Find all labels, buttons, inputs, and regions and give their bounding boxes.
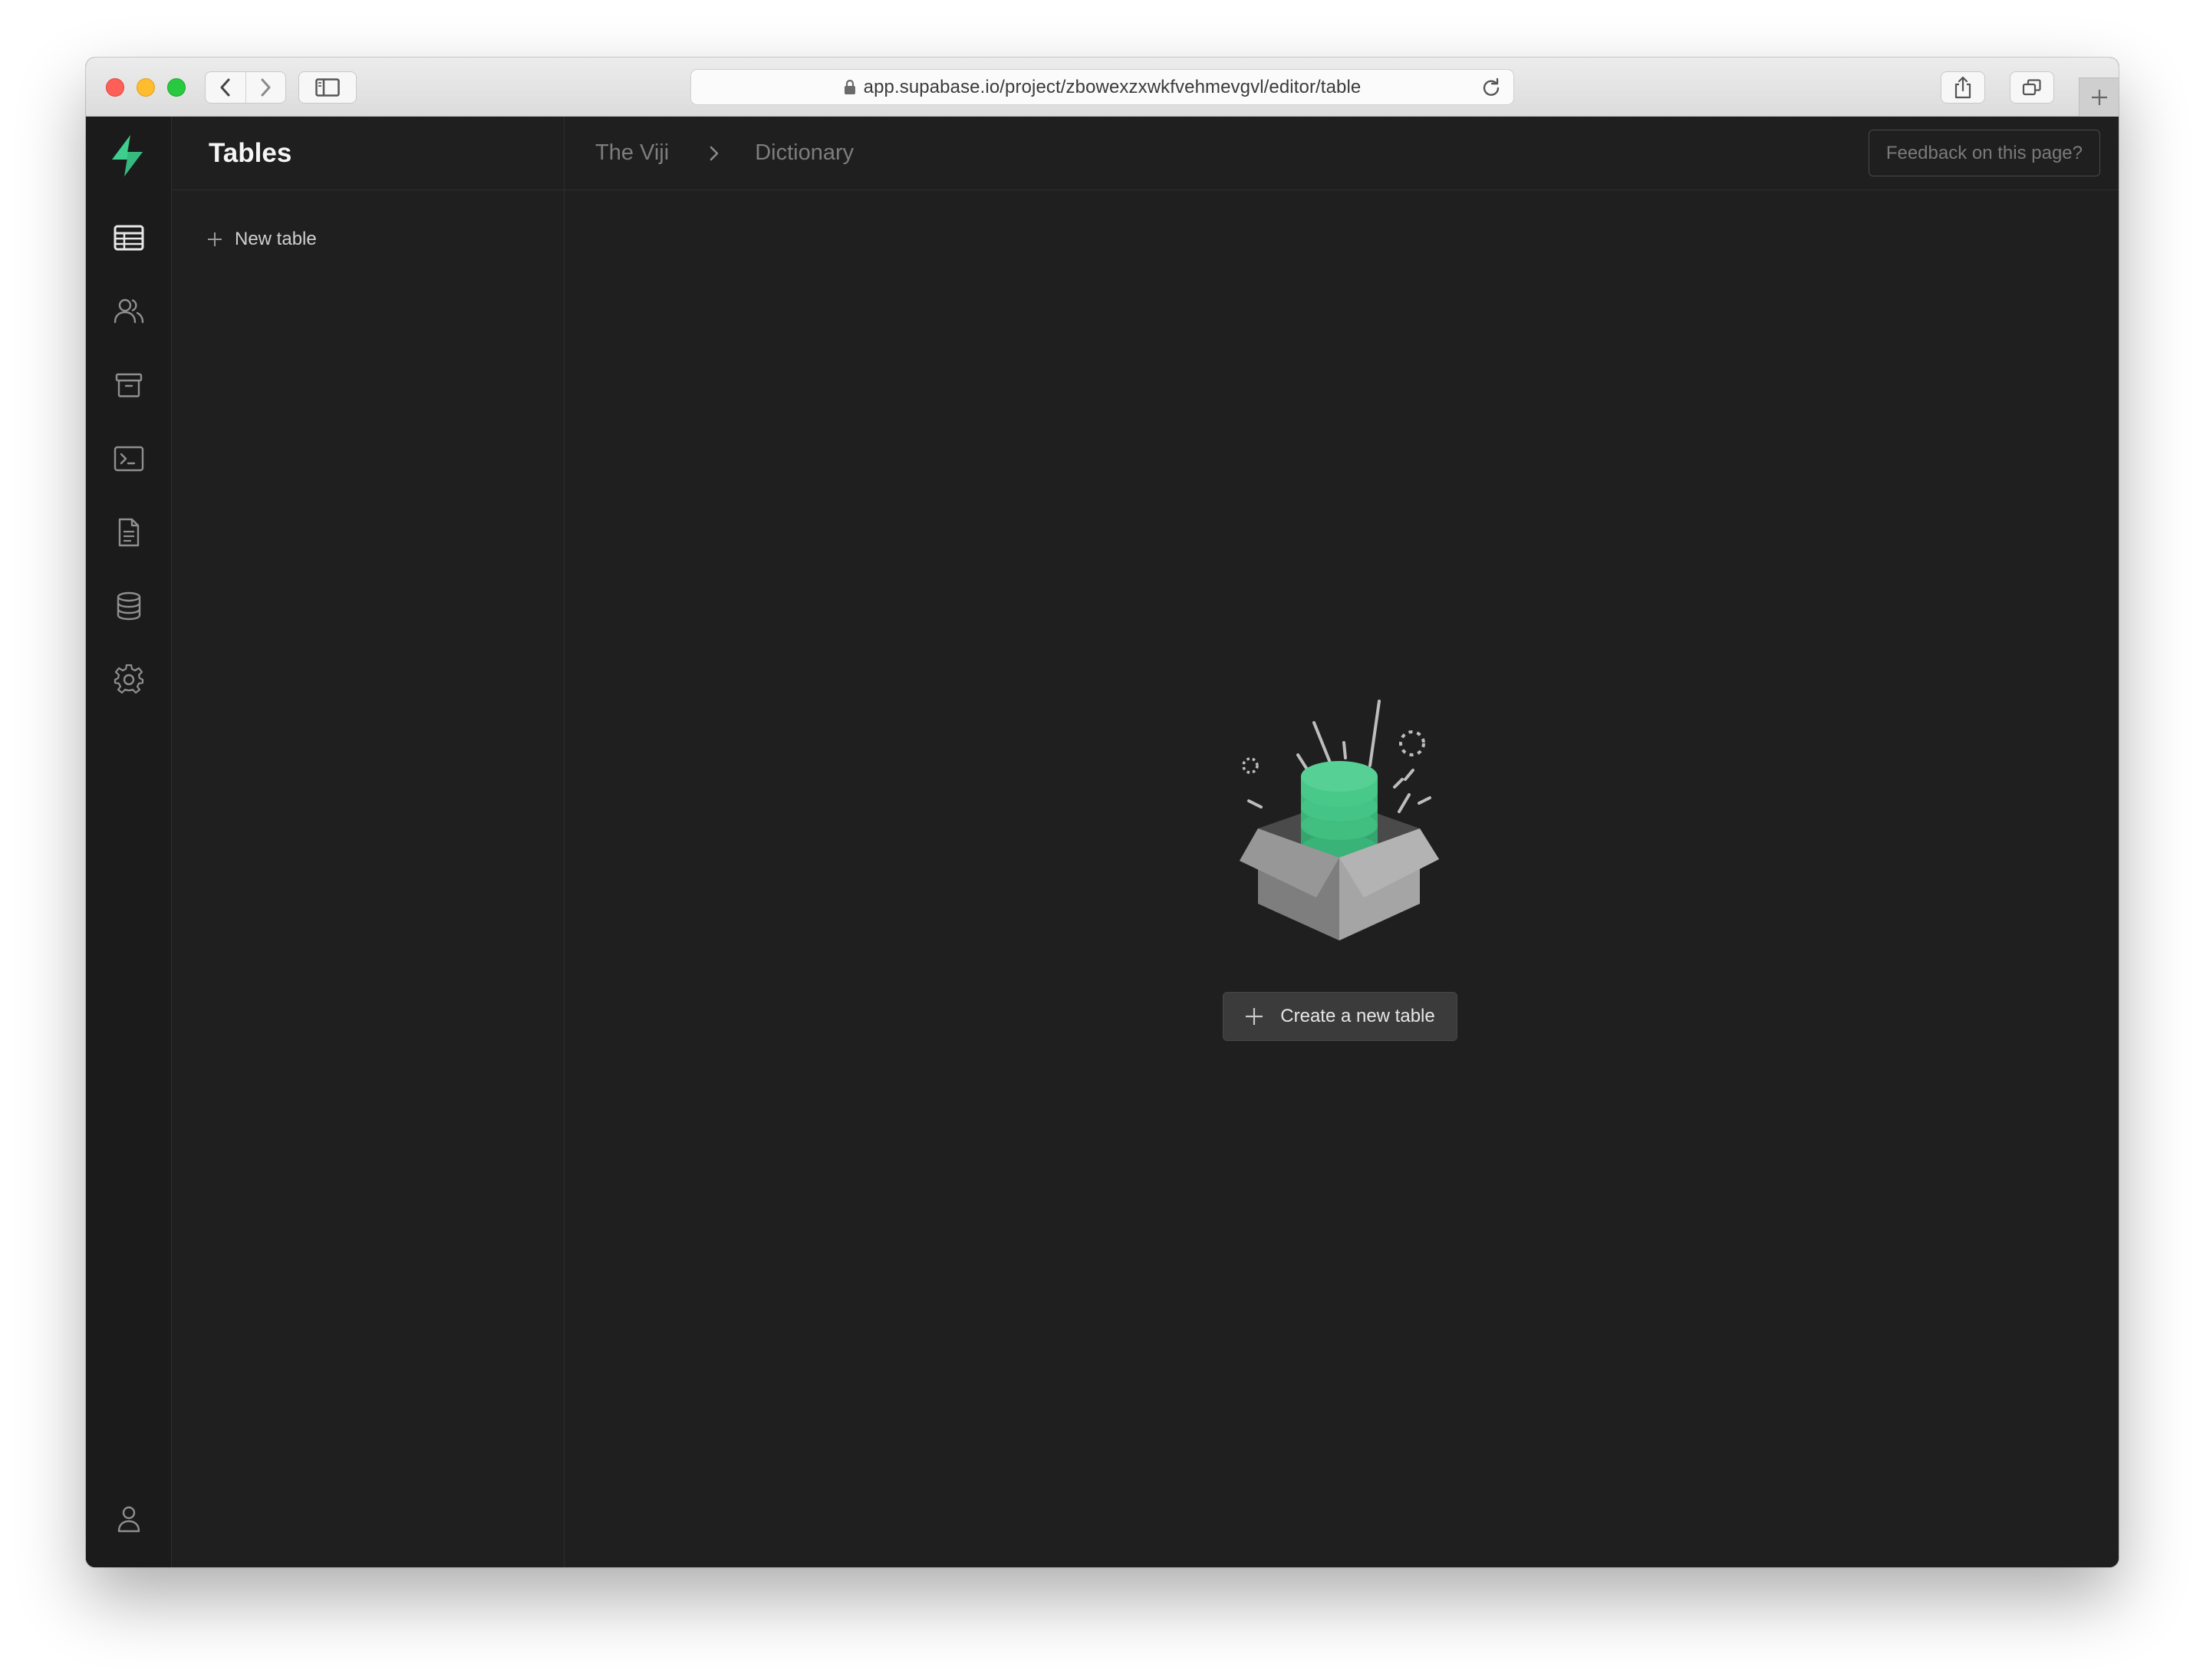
browser-toolbar: app.supabase.io/project/zbowexzxwkfvehme… — [86, 58, 2119, 117]
rail-sql-editor[interactable] — [104, 434, 153, 483]
minimize-window-button[interactable] — [137, 78, 155, 97]
supabase-logo-icon[interactable] — [109, 133, 146, 182]
rail-settings[interactable] — [104, 655, 153, 704]
gear-icon — [114, 664, 144, 694]
supabase-app: Tables New table The Viji Dictionary Fee… — [86, 117, 2119, 1567]
rail-database[interactable] — [104, 581, 153, 631]
create-table-label: Create a new table — [1280, 1006, 1435, 1026]
empty-box-illustration — [1240, 700, 1439, 940]
rail-api-docs[interactable] — [104, 508, 153, 557]
reload-icon[interactable] — [1481, 77, 1501, 97]
breadcrumb-project[interactable]: The Viji — [595, 140, 669, 166]
panel-title: Tables — [209, 137, 292, 168]
navigation-buttons — [205, 71, 286, 104]
tabs-overview-icon — [2022, 79, 2041, 96]
breadcrumb-page[interactable]: Dictionary — [755, 140, 854, 166]
plus-icon — [1246, 1008, 1263, 1025]
chevron-right-icon — [709, 145, 720, 162]
back-button[interactable] — [206, 72, 245, 103]
plus-icon — [2091, 90, 2107, 105]
rail-storage[interactable] — [104, 361, 153, 410]
url-text: app.supabase.io/project/zbowexzxwkfvehme… — [863, 76, 1362, 97]
rail-authentication[interactable] — [104, 287, 153, 336]
rail-account[interactable] — [104, 1494, 153, 1543]
icon-rail — [86, 117, 172, 1567]
close-window-button[interactable] — [106, 78, 124, 97]
chevron-left-icon — [220, 78, 230, 97]
rail-table-editor[interactable] — [104, 213, 153, 262]
user-icon — [117, 1506, 140, 1533]
database-icon — [117, 591, 141, 621]
share-icon — [1954, 76, 1971, 99]
new-tab-button[interactable] — [2079, 77, 2119, 117]
breadcrumb: The Viji Dictionary Feedback on this pag… — [565, 117, 2119, 190]
feedback-button[interactable]: Feedback on this page? — [1868, 130, 2100, 176]
main-content: The Viji Dictionary Feedback on this pag… — [565, 117, 2119, 1567]
show-tabs-button[interactable] — [2010, 71, 2054, 104]
panel-header: Tables — [172, 117, 564, 190]
document-icon — [118, 518, 140, 547]
zoom-window-button[interactable] — [167, 78, 186, 97]
terminal-icon — [114, 446, 144, 472]
browser-window: app.supabase.io/project/zbowexzxwkfvehme… — [86, 58, 2119, 1567]
share-button[interactable] — [1941, 71, 1985, 104]
forward-button[interactable] — [245, 72, 285, 103]
create-table-button[interactable]: Create a new table — [1223, 992, 1457, 1041]
tables-panel: Tables New table — [172, 117, 565, 1567]
empty-state: Create a new table — [565, 190, 2119, 1567]
table-icon — [114, 225, 144, 251]
plus-icon — [208, 232, 222, 246]
users-icon — [114, 298, 144, 324]
new-table-label: New table — [235, 229, 317, 249]
lock-icon — [844, 79, 855, 94]
chevron-right-icon — [261, 78, 271, 97]
sidebar-icon — [315, 78, 340, 97]
toggle-sidebar-button[interactable] — [298, 71, 357, 104]
address-bar[interactable]: app.supabase.io/project/zbowexzxwkfvehme… — [690, 69, 1514, 105]
new-table-button[interactable]: New table — [207, 224, 317, 255]
archive-icon — [115, 373, 143, 397]
